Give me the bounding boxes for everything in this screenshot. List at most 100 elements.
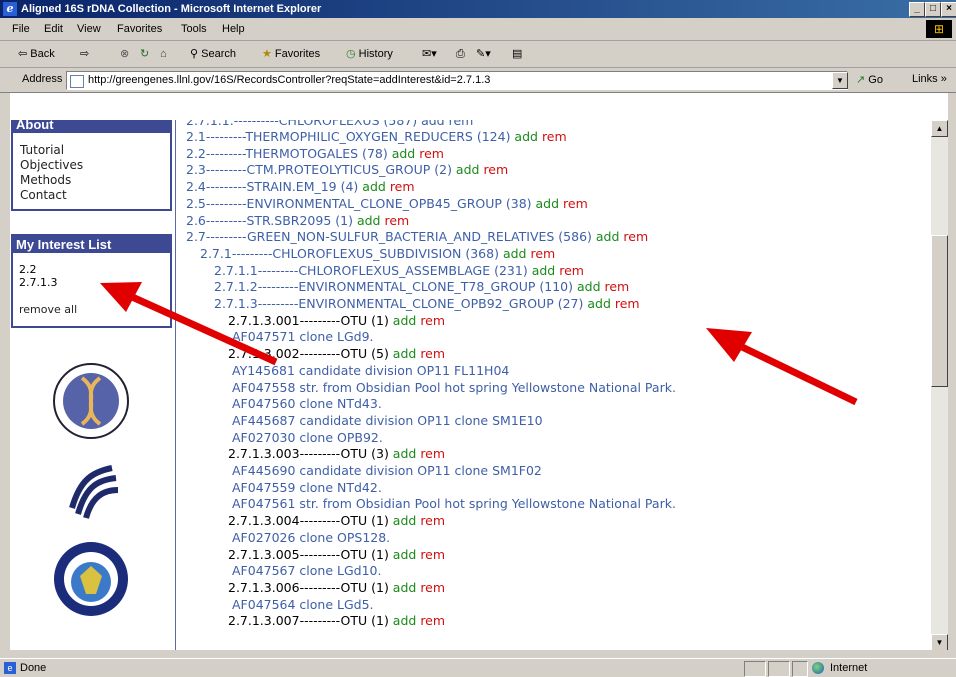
rem-link[interactable]: rem (559, 196, 588, 211)
scroll-thumb[interactable] (931, 235, 948, 387)
print-button[interactable]: ⎙ (456, 41, 465, 67)
scroll-down-button[interactable]: ▼ (931, 634, 948, 651)
node-label[interactable]: 2.1 (186, 129, 206, 144)
node-name[interactable]: ---------OTU (1) (300, 513, 389, 528)
node-label[interactable]: 2.7.1.2 (214, 279, 258, 294)
maximize-button[interactable]: □ (925, 2, 941, 17)
add-link[interactable]: add (353, 213, 381, 228)
node-label[interactable]: 2.7.1 (200, 246, 232, 261)
rem-link[interactable]: rem (538, 129, 567, 144)
add-link[interactable]: add (452, 162, 480, 177)
rem-link[interactable]: rem (386, 179, 415, 194)
sequence-link[interactable]: AF047561 str. from Obsidian Pool hot spr… (232, 496, 676, 511)
node-name[interactable]: ---------OTU (1) (300, 547, 389, 562)
node-name[interactable]: ---------THERMOTOGALES (78) (206, 146, 388, 161)
sequence-link[interactable]: AF047564 clone LGd5. (232, 597, 374, 612)
remove-all-link[interactable]: remove all (13, 303, 170, 316)
back-button[interactable]: ⇦ Back (18, 41, 55, 67)
discuss-button[interactable]: ▤ (512, 41, 522, 67)
tutorial-link[interactable]: Tutorial (13, 143, 170, 158)
add-link[interactable]: add (389, 613, 417, 628)
rem-link[interactable]: rem (415, 146, 444, 161)
address-input[interactable]: http://greengenes.llnl.gov/16S/RecordsCo… (66, 71, 848, 90)
history-button[interactable]: ◷ History (346, 41, 393, 67)
close-button[interactable]: × (941, 2, 956, 17)
node-label[interactable]: 2.2 (186, 146, 206, 161)
node-label[interactable]: 2.7.1.3 (214, 296, 258, 311)
node-name[interactable]: ---------OTU (5) (300, 346, 389, 361)
add-link[interactable]: add (528, 263, 556, 278)
node-label[interactable]: 2.5 (186, 196, 206, 211)
minimize-button[interactable]: _ (909, 2, 925, 17)
rem-link[interactable]: rem (527, 246, 555, 261)
links-button[interactable]: Links » (912, 73, 947, 85)
rem-link[interactable]: rem (619, 229, 648, 244)
favorites-button[interactable]: ★ Favorites (262, 41, 320, 67)
forward-button[interactable]: ⇨ (80, 41, 89, 67)
node-name[interactable]: ---------CHLOROFLEXUS_SUBDIVISION (368) (232, 246, 499, 261)
rem-link[interactable]: rem (380, 213, 409, 228)
add-link[interactable]: add (532, 196, 560, 211)
sequence-link[interactable]: AF027030 clone OPB92. (232, 430, 383, 445)
node-name[interactable]: ---------CTM.PROTEOLYTICUS_GROUP (2) (206, 162, 452, 177)
sequence-link[interactable]: AF047571 clone LGd9. (232, 329, 374, 344)
node-name[interactable]: ---------THERMOPHILIC_OXYGEN_REDUCERS (1… (206, 129, 511, 144)
rem-link[interactable]: rem (416, 446, 445, 461)
add-link[interactable]: add (389, 513, 417, 528)
menu-view[interactable]: View (77, 18, 101, 40)
address-dropdown[interactable]: ▼ (832, 72, 848, 89)
add-link[interactable]: add (583, 296, 611, 311)
methods-link[interactable]: Methods (13, 173, 170, 188)
sequence-link[interactable]: AF445690 candidate division OP11 clone S… (232, 463, 542, 478)
node-label[interactable]: 2.7 (186, 229, 206, 244)
node-name[interactable]: ---------OTU (1) (300, 613, 389, 628)
node-name[interactable]: ---------STRAIN.EM_19 (4) (206, 179, 358, 194)
menu-help[interactable]: Help (222, 18, 245, 40)
sequence-link[interactable]: AF047558 str. from Obsidian Pool hot spr… (232, 380, 676, 395)
add-link[interactable]: add (499, 246, 527, 261)
rem-link[interactable]: rem (555, 263, 584, 278)
node-label[interactable]: 2.7.1.1 (214, 263, 258, 278)
stop-button[interactable]: ⊗ (120, 41, 129, 67)
node-name[interactable]: ---------STR.SBR2095 (1) (206, 213, 353, 228)
interest-item[interactable]: 2.7.1.3 (13, 276, 170, 289)
node-name[interactable]: ---------OTU (1) (300, 313, 389, 328)
node-label[interactable]: 2.6 (186, 213, 206, 228)
sequence-link[interactable]: AF027026 clone OPS128. (232, 530, 390, 545)
sequence-link[interactable]: AF047559 clone NTd42. (232, 480, 382, 495)
search-button[interactable]: ⚲ Search (190, 41, 236, 67)
interest-item[interactable]: 2.2 (13, 263, 170, 276)
add-link[interactable]: add (592, 229, 620, 244)
sequence-link[interactable]: AF047560 clone NTd43. (232, 396, 382, 411)
menu-file[interactable]: File (12, 18, 30, 40)
rem-link[interactable]: rem (416, 580, 445, 595)
node-name[interactable]: ---------GREEN_NON-SULFUR_BACTERIA_AND_R… (206, 229, 592, 244)
sequence-link[interactable]: AY145681 candidate division OP11 FL11H04 (232, 363, 509, 378)
vertical-scrollbar[interactable]: ▲ ▼ (931, 120, 948, 651)
node-label[interactable]: 2.3 (186, 162, 206, 177)
sequence-link[interactable]: AF047567 clone LGd10. (232, 563, 381, 578)
add-link[interactable]: add (389, 547, 417, 562)
node-name[interactable]: ---------ENVIRONMENTAL_CLONE_OPB92_GROUP… (258, 296, 584, 311)
node-name[interactable]: ---------ENVIRONMENTAL_CLONE_T78_GROUP (… (258, 279, 573, 294)
node-name[interactable]: ---------ENVIRONMENTAL_CLONE_OPB45_GROUP… (206, 196, 532, 211)
node-name[interactable]: ---------OTU (1) (300, 580, 389, 595)
sequence-link[interactable]: AF445687 candidate division OP11 clone S… (232, 413, 543, 428)
add-link[interactable]: add (573, 279, 601, 294)
rem-link[interactable]: rem (416, 547, 445, 562)
rem-link[interactable]: rem (416, 613, 445, 628)
node-label[interactable]: 2.4 (186, 179, 206, 194)
add-link[interactable]: add (389, 313, 417, 328)
add-link[interactable]: add (389, 580, 417, 595)
node-name[interactable]: ---------CHLOROFLEXUS_ASSEMBLAGE (231) (258, 263, 528, 278)
rem-link[interactable]: rem (611, 296, 640, 311)
menu-edit[interactable]: Edit (44, 18, 63, 40)
contact-link[interactable]: Contact (13, 188, 170, 203)
add-link[interactable]: add (388, 146, 416, 161)
add-link[interactable]: add (389, 346, 417, 361)
refresh-button[interactable]: ↻ (140, 41, 149, 67)
rem-link[interactable]: rem (416, 513, 445, 528)
rem-link[interactable]: rem (416, 313, 445, 328)
go-button[interactable]: ↗ Go (856, 73, 883, 86)
edit-button[interactable]: ✎▾ (476, 41, 491, 67)
